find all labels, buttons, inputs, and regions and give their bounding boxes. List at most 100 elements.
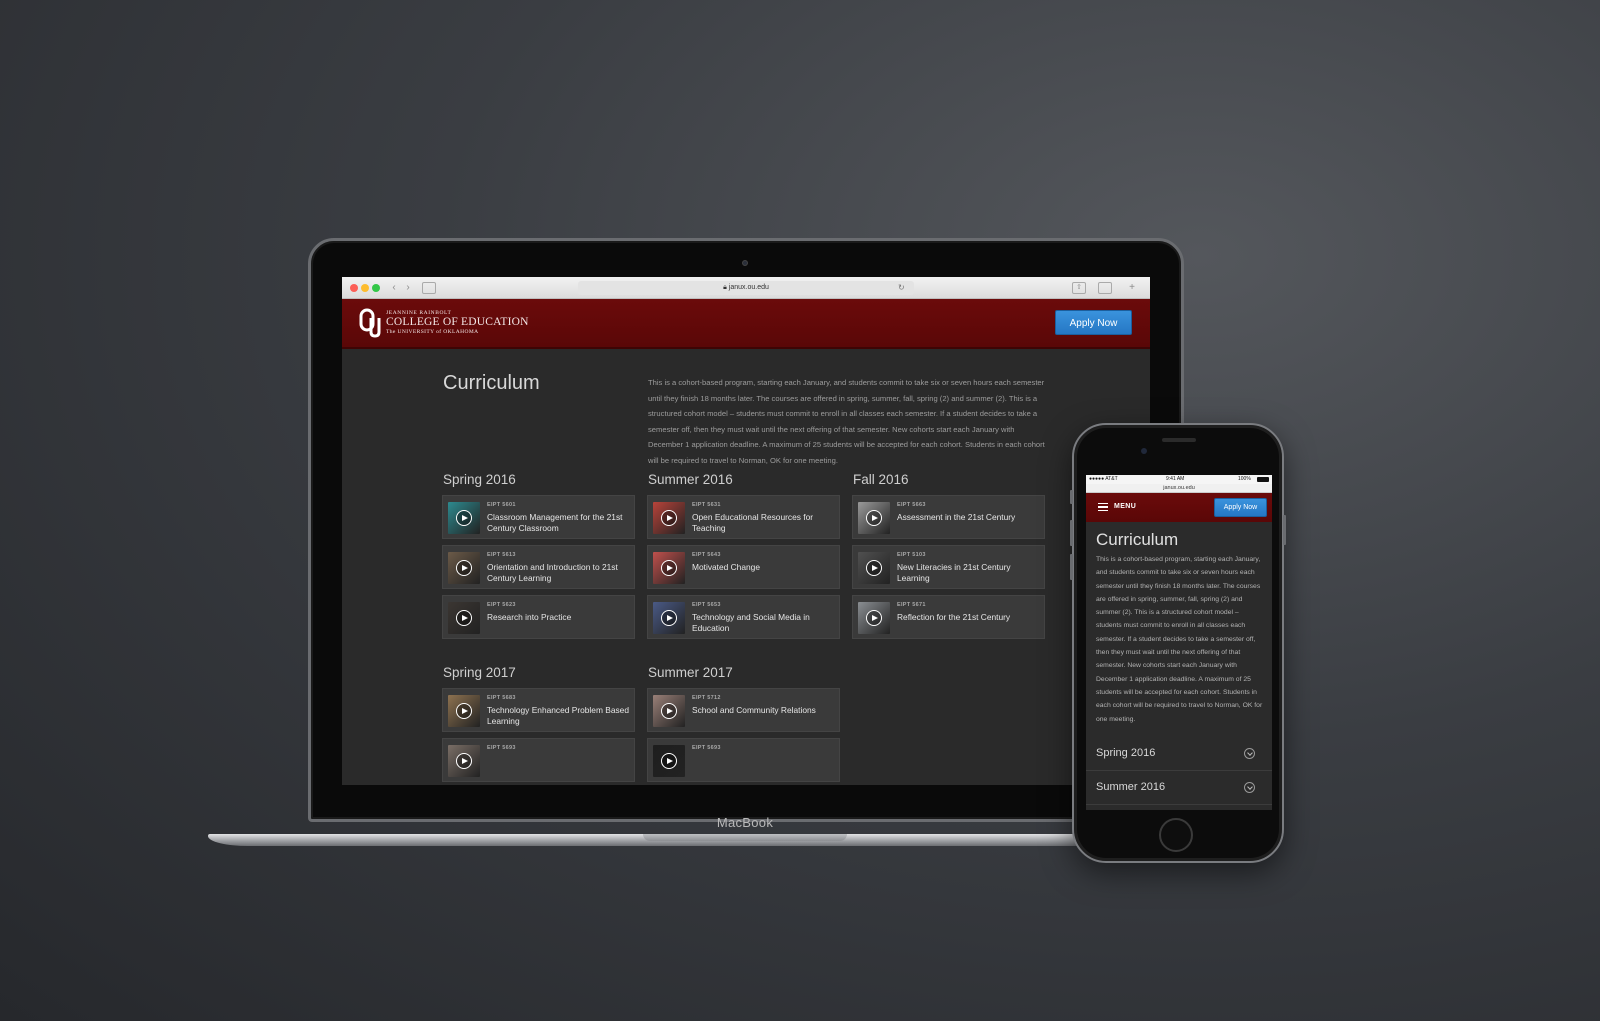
- course-thumbnail[interactable]: [653, 502, 685, 534]
- chevron-down-icon[interactable]: [1244, 782, 1255, 793]
- logo-line-3: The UNIVERSITY of OKLAHOMA: [386, 329, 479, 335]
- menu-label[interactable]: MENU: [1114, 502, 1136, 512]
- course-code: EIPT 5712: [692, 695, 721, 701]
- play-icon[interactable]: [661, 560, 677, 576]
- course-code: EIPT 5663: [897, 502, 926, 508]
- play-icon[interactable]: [661, 610, 677, 626]
- course-name: Open Educational Resources for Teaching: [692, 512, 814, 534]
- play-icon[interactable]: [661, 753, 677, 769]
- course-thumbnail[interactable]: [448, 745, 480, 777]
- chevron-down-icon[interactable]: [1244, 748, 1255, 759]
- mobile-header: MENU Apply Now: [1086, 493, 1272, 522]
- clock-text: 9:41 AM: [1166, 476, 1185, 482]
- carrier-text: ●●●●● AT&T: [1089, 476, 1118, 482]
- macbook-notch: [643, 834, 847, 841]
- iphone-camera: [1141, 448, 1147, 454]
- course-code: EIPT 5693: [692, 745, 721, 751]
- home-button[interactable]: [1159, 818, 1193, 852]
- course-thumbnail[interactable]: [858, 552, 890, 584]
- course-card[interactable]: EIPT 5712 School and Community Relations: [647, 688, 840, 732]
- course-card[interactable]: EIPT 5623 Research into Practice: [442, 595, 635, 639]
- mobile-page-intro: This is a cohort-based program, starting…: [1096, 556, 1263, 723]
- play-icon[interactable]: [866, 510, 882, 526]
- close-window-icon[interactable]: [350, 284, 358, 292]
- mobile-address-bar[interactable]: janux.ou.edu: [1086, 484, 1272, 493]
- course-card[interactable]: EIPT 5671 Reflection for the 21st Century: [852, 595, 1045, 639]
- address-bar[interactable]: 🔒︎ janux.ou.edu: [578, 281, 914, 295]
- course-code: EIPT 5613: [487, 552, 516, 558]
- semester-title: Summer 2017: [648, 665, 733, 680]
- course-thumbnail[interactable]: [653, 745, 685, 777]
- reload-icon[interactable]: ↻: [898, 281, 905, 295]
- mobile-screen: ●●●●● AT&T 9:41 AM 100% janux.ou.edu MEN…: [1086, 475, 1272, 810]
- page-title: Curriculum: [443, 372, 540, 394]
- course-name: Orientation and Introduction to 21st Cen…: [487, 562, 618, 584]
- course-card[interactable]: EIPT 5613 Orientation and Introduction to…: [442, 545, 635, 589]
- course-card[interactable]: EIPT 5693: [442, 738, 635, 782]
- mute-switch: [1070, 490, 1073, 504]
- course-thumbnail[interactable]: [448, 602, 480, 634]
- play-icon[interactable]: [661, 703, 677, 719]
- macbook-label: MacBook: [716, 815, 774, 830]
- hamburger-menu-icon[interactable]: [1098, 503, 1108, 511]
- desktop-screen: ‹ › 🔒︎ janux.ou.edu ↻ ⇧ + JEANNINE RAINB…: [342, 277, 1150, 785]
- semester-title: Spring 2016: [443, 472, 516, 487]
- play-icon[interactable]: [661, 510, 677, 526]
- play-icon[interactable]: [456, 560, 472, 576]
- course-name: Technology Enhanced Problem Based Learni…: [487, 705, 630, 727]
- course-thumbnail[interactable]: [448, 695, 480, 727]
- course-card[interactable]: EIPT 5663 Assessment in the 21st Century: [852, 495, 1045, 539]
- apply-now-button[interactable]: Apply Now: [1055, 310, 1132, 335]
- course-code: EIPT 5693: [487, 745, 516, 751]
- play-icon[interactable]: [456, 703, 472, 719]
- play-icon[interactable]: [456, 753, 472, 769]
- ou-logo-icon[interactable]: [358, 308, 382, 338]
- play-icon[interactable]: [456, 610, 472, 626]
- course-card[interactable]: EIPT 5693: [647, 738, 840, 782]
- accordion-summer-2016[interactable]: Summer 2016: [1086, 771, 1272, 805]
- site-header: JEANNINE RAINBOLT COLLEGE OF EDUCATION T…: [342, 299, 1150, 349]
- battery-text: 100%: [1238, 476, 1251, 482]
- course-code: EIPT 5631: [692, 502, 721, 508]
- play-icon[interactable]: [866, 610, 882, 626]
- course-name: Motivated Change: [692, 562, 760, 572]
- course-card[interactable]: EIPT 5683 Technology Enhanced Problem Bas…: [442, 688, 635, 732]
- course-thumbnail[interactable]: [653, 552, 685, 584]
- course-card[interactable]: EIPT 5103 New Literacies in 21st Century …: [852, 545, 1045, 589]
- course-code: EIPT 5683: [487, 695, 516, 701]
- back-icon[interactable]: ‹: [388, 281, 400, 294]
- semester-title: Spring 2017: [443, 665, 516, 680]
- course-thumbnail[interactable]: [653, 602, 685, 634]
- course-card[interactable]: EIPT 5643 Motivated Change: [647, 545, 840, 589]
- accordion-label: Summer 2016: [1096, 781, 1166, 793]
- course-card[interactable]: EIPT 5601 Classroom Management for the 21…: [442, 495, 635, 539]
- course-thumbnail[interactable]: [448, 502, 480, 534]
- college-logo[interactable]: JEANNINE RAINBOLT COLLEGE OF EDUCATION T…: [386, 310, 529, 336]
- browser-toolbar: ‹ › 🔒︎ janux.ou.edu ↻ ⇧ +: [342, 277, 1150, 299]
- course-code: EIPT 5623: [487, 602, 516, 608]
- course-code: EIPT 5601: [487, 502, 516, 508]
- share-icon[interactable]: ⇧: [1072, 282, 1086, 294]
- zoom-window-icon[interactable]: [372, 284, 380, 292]
- tabs-icon[interactable]: [1098, 282, 1112, 294]
- mobile-apply-now-button[interactable]: Apply Now: [1214, 498, 1267, 517]
- iphone-speaker: [1162, 438, 1196, 442]
- play-icon[interactable]: [866, 560, 882, 576]
- battery-icon: [1257, 477, 1269, 482]
- course-thumbnail[interactable]: [448, 552, 480, 584]
- forward-icon[interactable]: ›: [402, 281, 414, 294]
- status-bar: ●●●●● AT&T 9:41 AM 100%: [1086, 475, 1272, 484]
- course-card[interactable]: EIPT 5631 Open Educational Resources for …: [647, 495, 840, 539]
- course-name: Reflection for the 21st Century: [897, 612, 1011, 622]
- course-thumbnail[interactable]: [858, 502, 890, 534]
- course-name: School and Community Relations: [692, 705, 816, 715]
- play-icon[interactable]: [456, 510, 472, 526]
- course-thumbnail[interactable]: [858, 602, 890, 634]
- course-card[interactable]: EIPT 5653 Technology and Social Media in …: [647, 595, 840, 639]
- course-thumbnail[interactable]: [653, 695, 685, 727]
- sidebar-icon[interactable]: [422, 282, 436, 294]
- accordion-spring-2016[interactable]: Spring 2016: [1086, 737, 1272, 771]
- semester-title: Fall 2016: [853, 472, 909, 487]
- new-tab-icon[interactable]: +: [1126, 281, 1138, 294]
- minimize-window-icon[interactable]: [361, 284, 369, 292]
